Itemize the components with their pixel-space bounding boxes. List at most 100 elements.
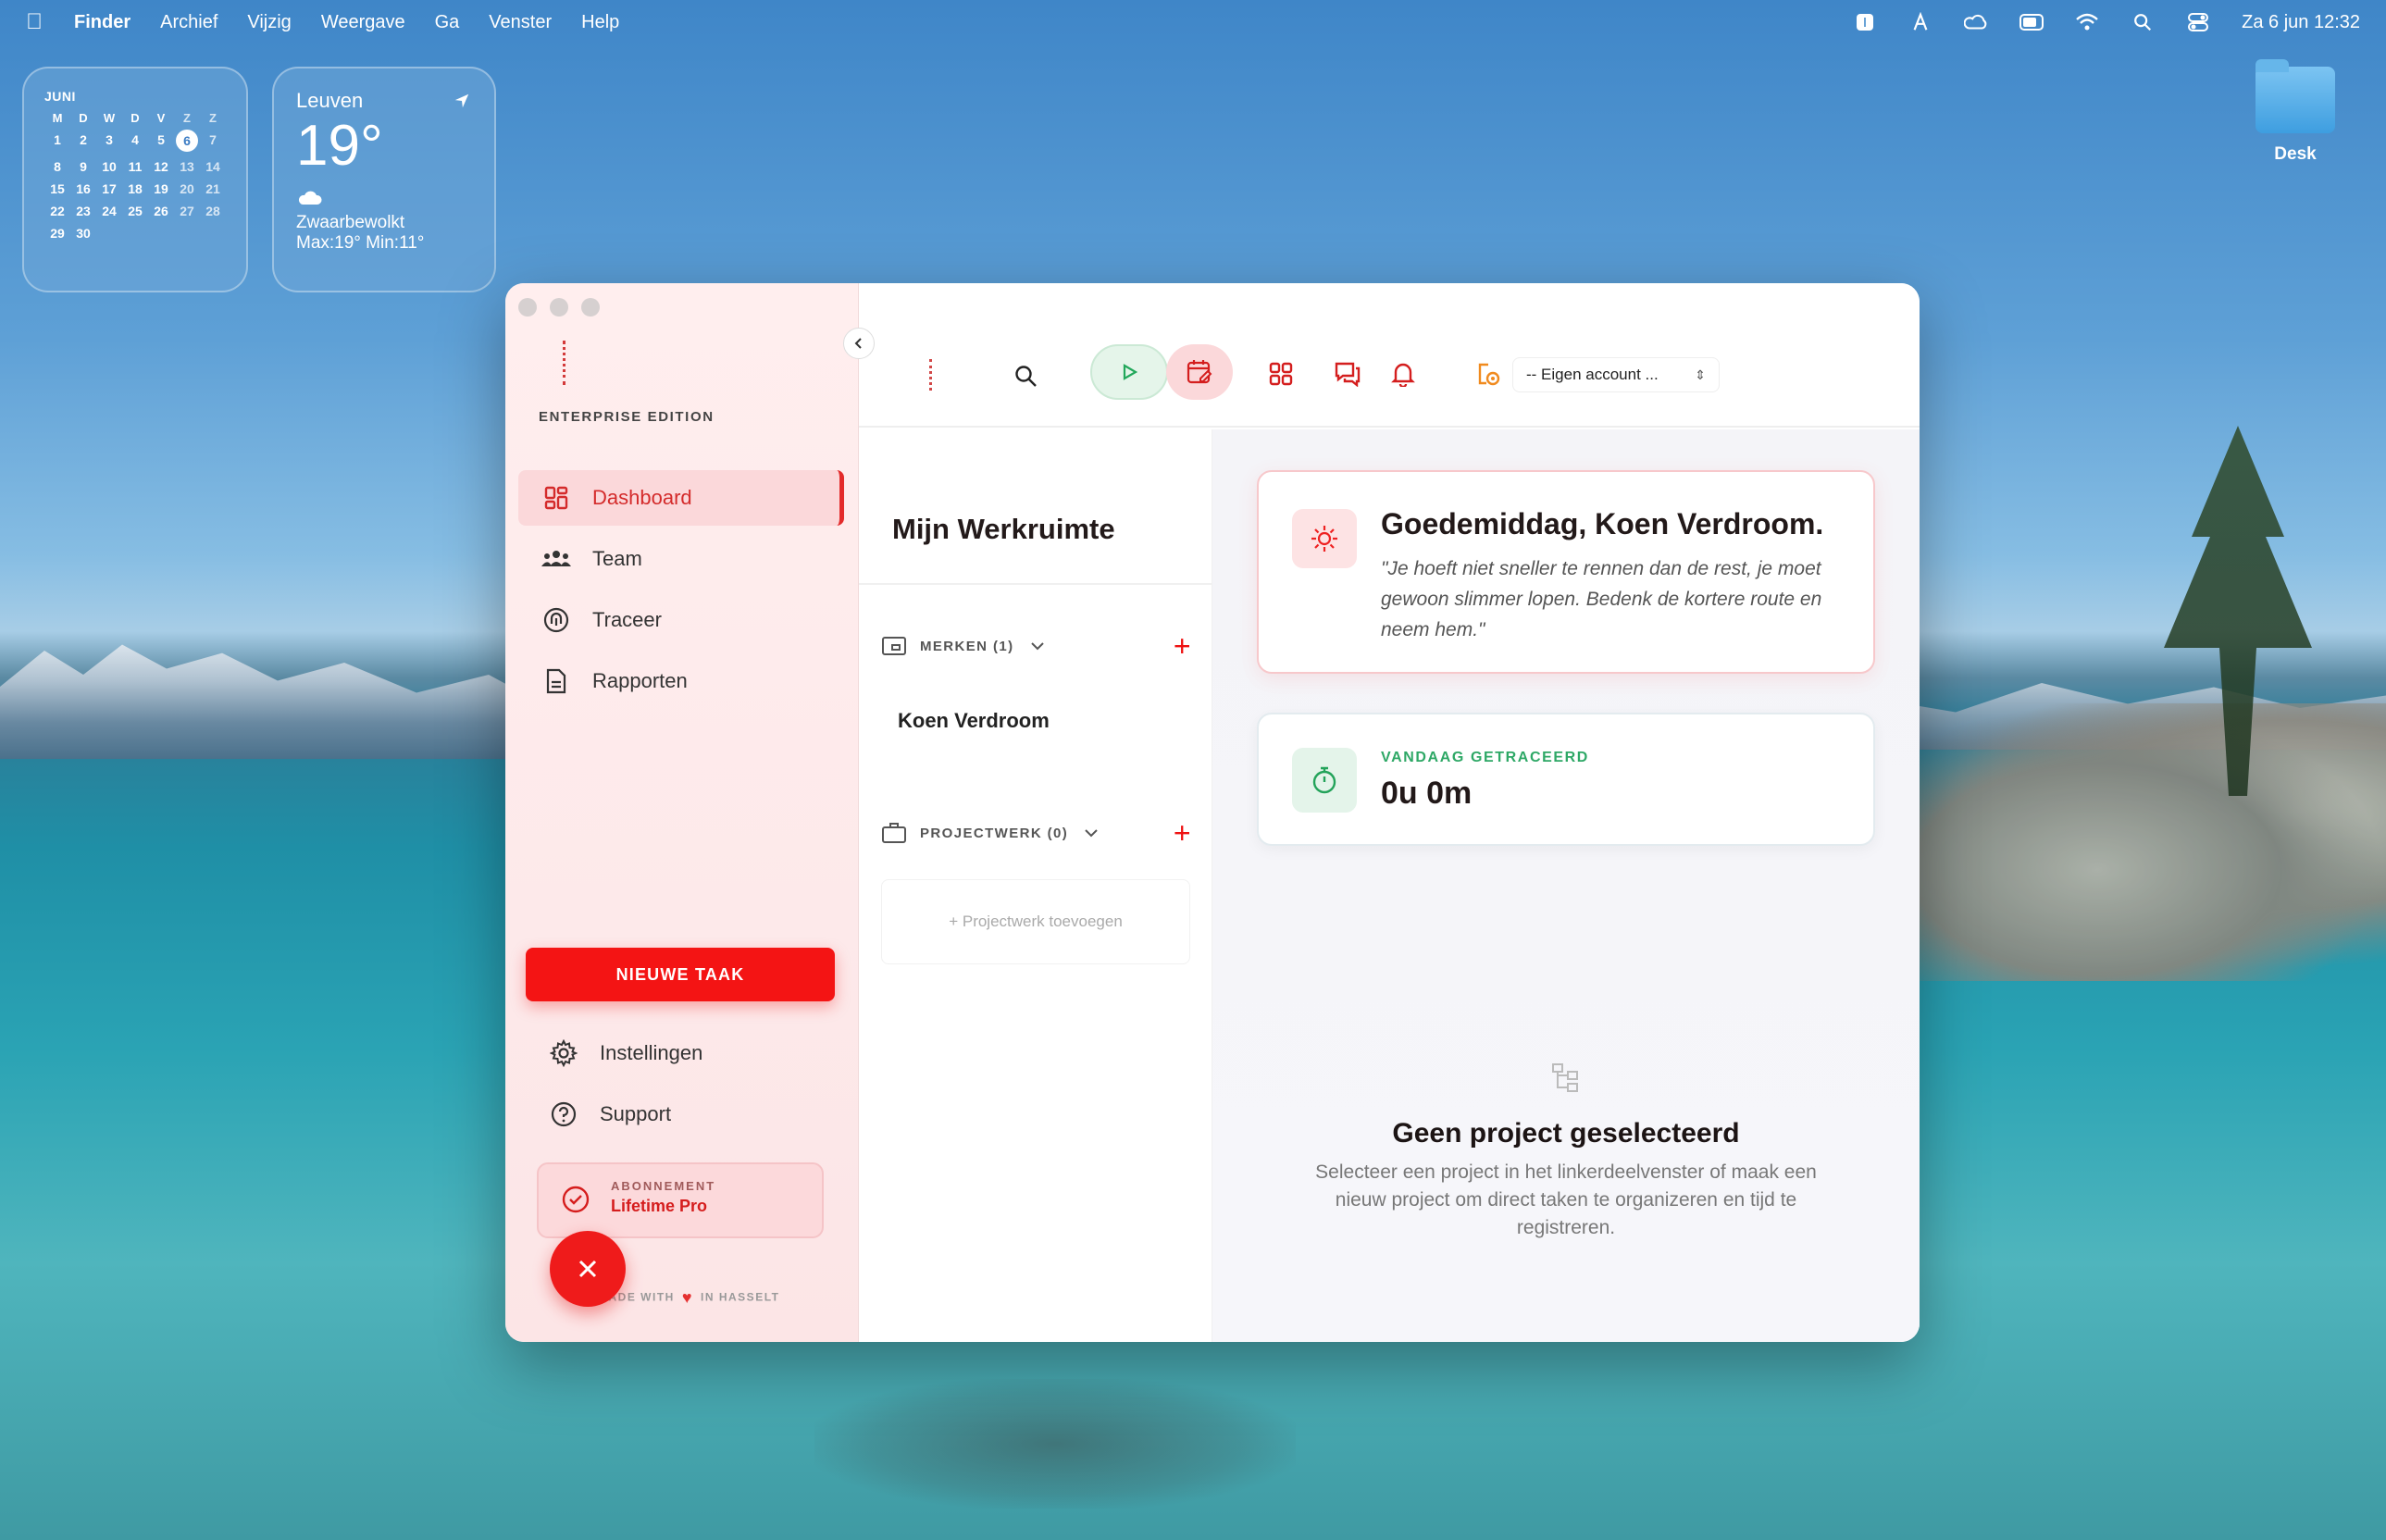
status-area: Za 6 jun 12:32 — [1853, 12, 2360, 33]
nav-item-settings[interactable]: Instellingen — [537, 1024, 833, 1083]
greeting-title: Goedemiddag, Koen Verdroom. — [1381, 507, 1824, 540]
calendar-day: 21 — [205, 181, 220, 196]
calendar-day: 17 — [102, 181, 117, 196]
subscription-plan: Lifetime Pro — [611, 1197, 708, 1215]
calendar-widget[interactable]: JUNI M D W D V Z Z 1 2 3 4 5 6 7 8 9 10 11 12 13 14 15 16 17 18 1… — [22, 67, 248, 292]
projects-section-header[interactable]: PROJECTWERK (0) + — [881, 814, 1192, 851]
calendar-day: 9 — [80, 159, 87, 174]
app-window: ENTERPRISE EDITION Dashboard Team Tracee… — [505, 283, 1920, 1342]
apple-icon[interactable]:  — [26, 9, 43, 35]
mountains-left — [0, 644, 555, 759]
calendar-weekday: V — [156, 111, 166, 125]
toolbar: -- Eigen account ... ⇕ K — [859, 283, 1920, 428]
brand-member[interactable]: Koen Verdroom — [898, 709, 1050, 733]
weather-description: Zwaarbewolkt — [296, 213, 405, 233]
menu-help[interactable]: Help — [581, 12, 619, 33]
weather-range: Max:19° Min:11° — [296, 233, 425, 254]
desktop-folder[interactable]: Desk — [2251, 59, 2340, 165]
chat-icon — [1335, 362, 1361, 387]
calendar-day — [96, 226, 122, 241]
calendar-weekday: D — [130, 111, 140, 125]
subscription-card[interactable]: ABONNEMENT Lifetime Pro — [537, 1162, 824, 1238]
chevron-down-icon[interactable] — [1083, 825, 1100, 841]
nav-item-reports[interactable]: Rapporten — [518, 653, 844, 709]
calendar-day: 20 — [180, 181, 194, 196]
add-project-placeholder[interactable]: + Projectwerk toevoegen — [881, 879, 1190, 964]
calendar-day: 4 — [131, 132, 139, 147]
menu-archief[interactable]: Archief — [160, 12, 217, 33]
calendar-day: 24 — [102, 204, 117, 218]
calendar-day: 1 — [54, 132, 61, 147]
spotlight-search-icon[interactable] — [2131, 12, 2155, 32]
calendar-day: 6 — [176, 130, 198, 152]
menu-weergave[interactable]: Weergave — [321, 12, 405, 33]
calendar-day: 13 — [180, 159, 194, 174]
nav-item-dashboard[interactable]: Dashboard — [518, 470, 844, 526]
nav-label-settings: Instellingen — [600, 1041, 703, 1064]
start-timer-button[interactable] — [1090, 344, 1168, 400]
main-nav: Dashboard Team Traceer Rapporten — [518, 470, 844, 714]
creative-cloud-icon[interactable] — [1964, 12, 1988, 32]
workspace-panel: Mijn Werkruimte MERKEN (1) + Koen Verdro… — [859, 429, 1212, 1342]
calendar-day: 23 — [76, 204, 91, 218]
new-task-button[interactable]: NIEUWE TAAK — [526, 948, 835, 1001]
calendar-weekday: W — [103, 111, 116, 125]
app-status-icon[interactable] — [1853, 12, 1877, 32]
calendar-day: 29 — [50, 226, 65, 241]
weather-widget[interactable]: Leuven 19° Zwaarbewolkt Max:19° Min:11° — [272, 67, 496, 292]
calendar-day: 10 — [102, 159, 117, 174]
apps-grid-button[interactable] — [1262, 355, 1299, 392]
briefcase-icon — [881, 822, 909, 844]
battery-icon[interactable] — [2019, 12, 2044, 32]
calendar-grid: M D W D V Z Z 1 2 3 4 5 6 7 8 9 10 11 12 13 14 15 16 17 18 19 20 21… — [44, 111, 226, 241]
toolbar-logo-mark — [929, 359, 932, 391]
menu-ga[interactable]: Ga — [435, 12, 460, 33]
sidebar: ENTERPRISE EDITION Dashboard Team Tracee… — [505, 283, 875, 1342]
fingerprint-icon — [541, 606, 572, 634]
text-input-icon[interactable] — [1908, 12, 1932, 32]
nav-item-tracker[interactable]: Traceer — [518, 592, 844, 648]
control-center-icon[interactable] — [2186, 12, 2210, 32]
menu-vijzig[interactable]: Vijzig — [247, 12, 291, 33]
calendar-day: 26 — [154, 204, 168, 218]
empty-state-title: Geen project geselecteerd — [1392, 1118, 1740, 1149]
location-arrow-icon — [454, 93, 470, 114]
verified-badge-icon — [561, 1185, 590, 1219]
close-fab-button[interactable] — [550, 1231, 626, 1307]
account-select[interactable]: -- Eigen account ... ⇕ — [1512, 357, 1720, 392]
calendar-day: 11 — [128, 159, 143, 174]
menubar-datetime[interactable]: Za 6 jun 12:32 — [2242, 12, 2360, 33]
wifi-icon[interactable] — [2075, 12, 2099, 32]
notifications-button[interactable] — [1385, 355, 1422, 392]
account-switch-button[interactable] — [1470, 355, 1507, 392]
calendar-button[interactable] — [1166, 344, 1233, 400]
rocks-right — [1905, 703, 2386, 981]
search-button[interactable] — [1007, 354, 1044, 398]
heart-icon: ♥ — [681, 1288, 694, 1307]
menu-finder[interactable]: Finder — [74, 12, 130, 33]
nav-item-team[interactable]: Team — [518, 531, 844, 587]
tracked-today-value: 0u 0m — [1381, 776, 1473, 811]
add-project-button[interactable]: + — [1174, 818, 1192, 848]
calendar-day: 3 — [106, 132, 113, 147]
minimize-window-button[interactable] — [550, 298, 568, 317]
chevron-down-icon[interactable] — [1029, 638, 1046, 654]
divider — [859, 583, 1212, 585]
app-logo — [563, 341, 566, 385]
folder-icon — [2256, 59, 2335, 133]
brands-section-header[interactable]: MERKEN (1) + — [881, 627, 1192, 664]
nav-label-support: Support — [600, 1102, 672, 1125]
close-window-button[interactable] — [518, 298, 537, 317]
messages-button[interactable] — [1329, 355, 1366, 392]
nav-label-tracker: Traceer — [592, 608, 662, 631]
zoom-window-button[interactable] — [581, 298, 600, 317]
menu-venster[interactable]: Venster — [489, 12, 552, 33]
nav-item-support[interactable]: Support — [537, 1085, 833, 1144]
calendar-day — [174, 226, 200, 241]
calendar-weekday: M — [52, 111, 63, 125]
collapse-sidebar-button[interactable] — [843, 328, 875, 359]
calendar-weekday: D — [79, 111, 88, 125]
add-brand-button[interactable]: + — [1174, 631, 1192, 661]
made-with-credit: MADE WITH ♥ IN HASSELT — [598, 1288, 779, 1308]
secondary-nav: Instellingen Support — [537, 1024, 833, 1146]
